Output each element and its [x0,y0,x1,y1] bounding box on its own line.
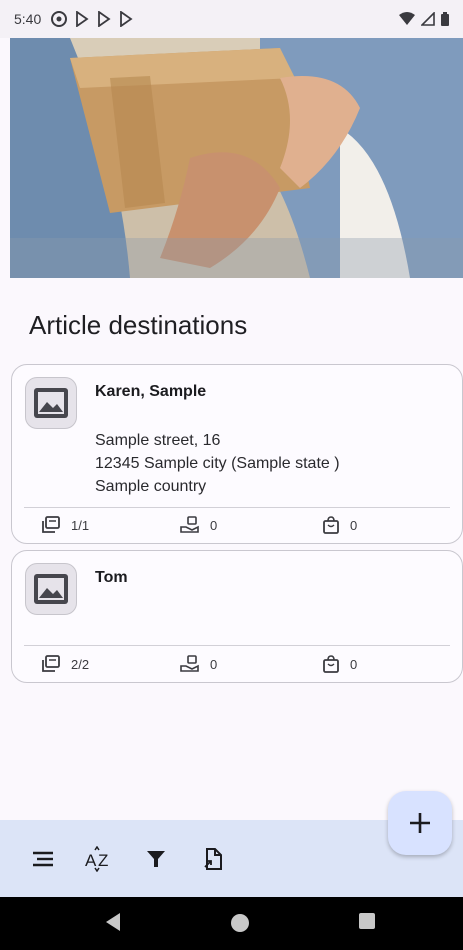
hand-package-icon [180,516,199,533]
avatar [25,377,77,429]
articles-stat: 2/2 [41,655,89,673]
status-time: 5:40 [14,11,42,27]
address-line: Sample street, 16 [95,432,221,449]
delivered-count: 0 [210,656,218,672]
svg-text:A: A [85,851,97,870]
at-sign-icon [51,11,68,27]
divider [24,507,450,508]
image-placeholder-icon [34,574,68,604]
articles-stat: 1/1 [41,516,89,534]
battery-icon [441,12,449,26]
articles-icon [42,516,60,533]
hero-image [10,38,463,278]
packages-stat: 0 [322,516,357,534]
divider [24,645,450,646]
hero-photo [10,38,463,278]
delivered-stat: 0 [180,516,217,534]
back-button[interactable] [104,912,122,937]
home-button[interactable] [229,912,251,939]
shopping-bag-icon [323,516,339,534]
delivered-stat: 0 [180,655,217,673]
add-button[interactable] [388,791,452,855]
signal-icon [421,12,435,26]
delivered-count: 0 [210,517,218,533]
play-store-icon [98,11,111,27]
play-store-icon [76,11,89,27]
wifi-icon [399,12,415,25]
shopping-bag-icon [323,655,339,673]
packages-stat: 0 [322,655,357,673]
destination-name: Tom [95,569,128,586]
card-stats: 1/1 0 0 [12,511,462,539]
menu-icon[interactable] [28,844,58,874]
destination-name: Karen, Sample [95,383,207,400]
address-line: 12345 Sample city (Sample state ) [95,455,340,472]
page-title: Article destinations [29,310,248,340]
destination-card[interactable]: Karen, Sample Sample street, 16 12345 Sa… [11,364,463,544]
address-line: Sample country [95,478,207,495]
destination-address: Sample street, 16 12345 Sample city (Sam… [95,429,340,498]
sort-az-icon[interactable]: AZ [83,844,113,874]
packages-count: 0 [350,656,358,672]
hand-package-icon [180,655,199,672]
svg-text:Z: Z [98,851,108,870]
articles-count: 1/1 [71,517,90,533]
avatar [25,563,77,615]
add-icon [410,813,430,833]
recents-button[interactable] [358,912,376,935]
card-stats: 2/2 0 0 [12,650,462,678]
destination-card[interactable]: Tom 2/2 0 0 [11,550,463,683]
system-nav-bar [0,897,463,950]
status-bar: 5:40 [0,0,463,38]
play-store-icon [120,11,133,27]
packages-count: 0 [350,517,358,533]
articles-icon [42,655,60,672]
filter-icon[interactable] [141,844,171,874]
articles-count: 2/2 [71,656,90,672]
export-icon[interactable] [198,844,228,874]
image-placeholder-icon [34,388,68,418]
